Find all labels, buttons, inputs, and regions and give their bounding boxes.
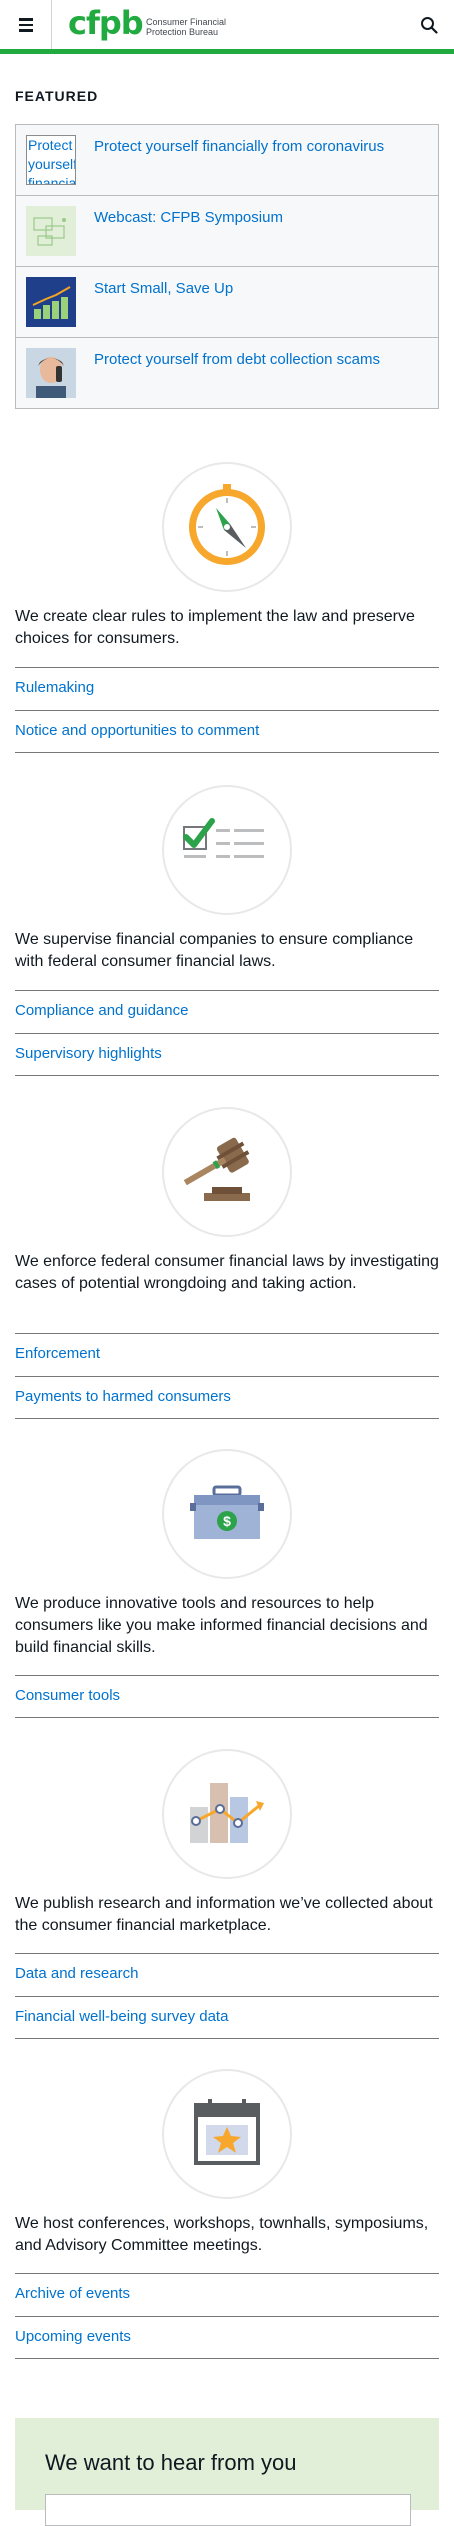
hamburger-icon[interactable]	[14, 12, 38, 36]
logo-subtitle-line-1: Consumer Financial	[146, 17, 227, 27]
section-description: We enforce federal consumer financial la…	[15, 1253, 439, 1292]
compass-icon	[162, 462, 292, 592]
featured-link[interactable]: Protect yourself financially from corona…	[94, 137, 424, 157]
section-description: We host conferences, workshops, townhall…	[15, 2215, 429, 2254]
header-divider	[51, 0, 52, 49]
feedback-title: We want to hear from you	[45, 2450, 297, 2475]
featured-link[interactable]: Webcast: CFPB Symposium	[94, 208, 424, 228]
link-rulemaking[interactable]: Rulemaking	[15, 667, 439, 710]
link-notice-comment[interactable]: Notice and opportunities to comment	[15, 710, 439, 753]
featured-item[interactable]: Protect yourself from debt collection sc…	[16, 338, 438, 408]
logo-subtitle-line-2: Protection Bureau	[146, 27, 219, 37]
site-header: cfpb Consumer Financial Protection Burea…	[0, 0, 454, 54]
svg-text:$: $	[223, 1513, 231, 1529]
featured-item[interactable]: Webcast: CFPB Symposium	[16, 196, 438, 267]
featured-link[interactable]: Start Small, Save Up	[94, 279, 424, 299]
link-supervisory-highlights[interactable]: Supervisory highlights	[15, 1033, 439, 1076]
link-upcoming-events[interactable]: Upcoming events	[15, 2316, 439, 2359]
savings-chart-thumbnail	[26, 277, 76, 327]
calendar-icon	[162, 2069, 292, 2199]
thumbnail-alt-text: Protect yourself financially	[28, 137, 76, 185]
featured-link[interactable]: Protect yourself from debt collection sc…	[94, 350, 424, 370]
search-icon[interactable]	[420, 16, 438, 34]
link-financial-wellbeing-survey[interactable]: Financial well-being survey data	[15, 1996, 439, 2039]
section-description: We produce innovative tools and resource…	[15, 1595, 428, 1656]
gavel-icon	[162, 1107, 292, 1237]
section-description: We publish research and information we’v…	[15, 1895, 433, 1934]
link-consumer-tools[interactable]: Consumer tools	[15, 1675, 439, 1718]
link-payments-harmed-consumers[interactable]: Payments to harmed consumers	[15, 1376, 439, 1419]
featured-thumbnail-broken: Protect yourself financially	[26, 135, 76, 185]
webcast-thumbnail	[26, 206, 76, 256]
logo-subtitle: Consumer Financial Protection Bureau	[146, 17, 226, 37]
link-archive-events[interactable]: Archive of events	[15, 2273, 439, 2316]
feedback-input[interactable]	[45, 2494, 411, 2526]
toolbox-icon: $	[162, 1449, 292, 1579]
section-description: We supervise financial companies to ensu…	[15, 931, 414, 970]
featured-list: Protect yourself financially Protect you…	[15, 124, 439, 409]
feedback-panel: We want to hear from you	[15, 2418, 439, 2526]
checklist-icon	[162, 785, 292, 915]
featured-heading: FEATURED	[15, 88, 99, 104]
featured-item[interactable]: Start Small, Save Up	[16, 267, 438, 338]
featured-item[interactable]: Protect yourself financially Protect you…	[16, 125, 438, 196]
phone-call-thumbnail	[26, 348, 76, 398]
link-data-research[interactable]: Data and research	[15, 1953, 439, 1996]
bar-chart-icon	[162, 1749, 292, 1879]
link-compliance-guidance[interactable]: Compliance and guidance	[15, 990, 439, 1033]
section-description: We create clear rules to implement the l…	[15, 608, 415, 647]
cfpb-logo[interactable]: cfpb	[68, 4, 144, 42]
link-enforcement[interactable]: Enforcement	[15, 1333, 439, 1376]
